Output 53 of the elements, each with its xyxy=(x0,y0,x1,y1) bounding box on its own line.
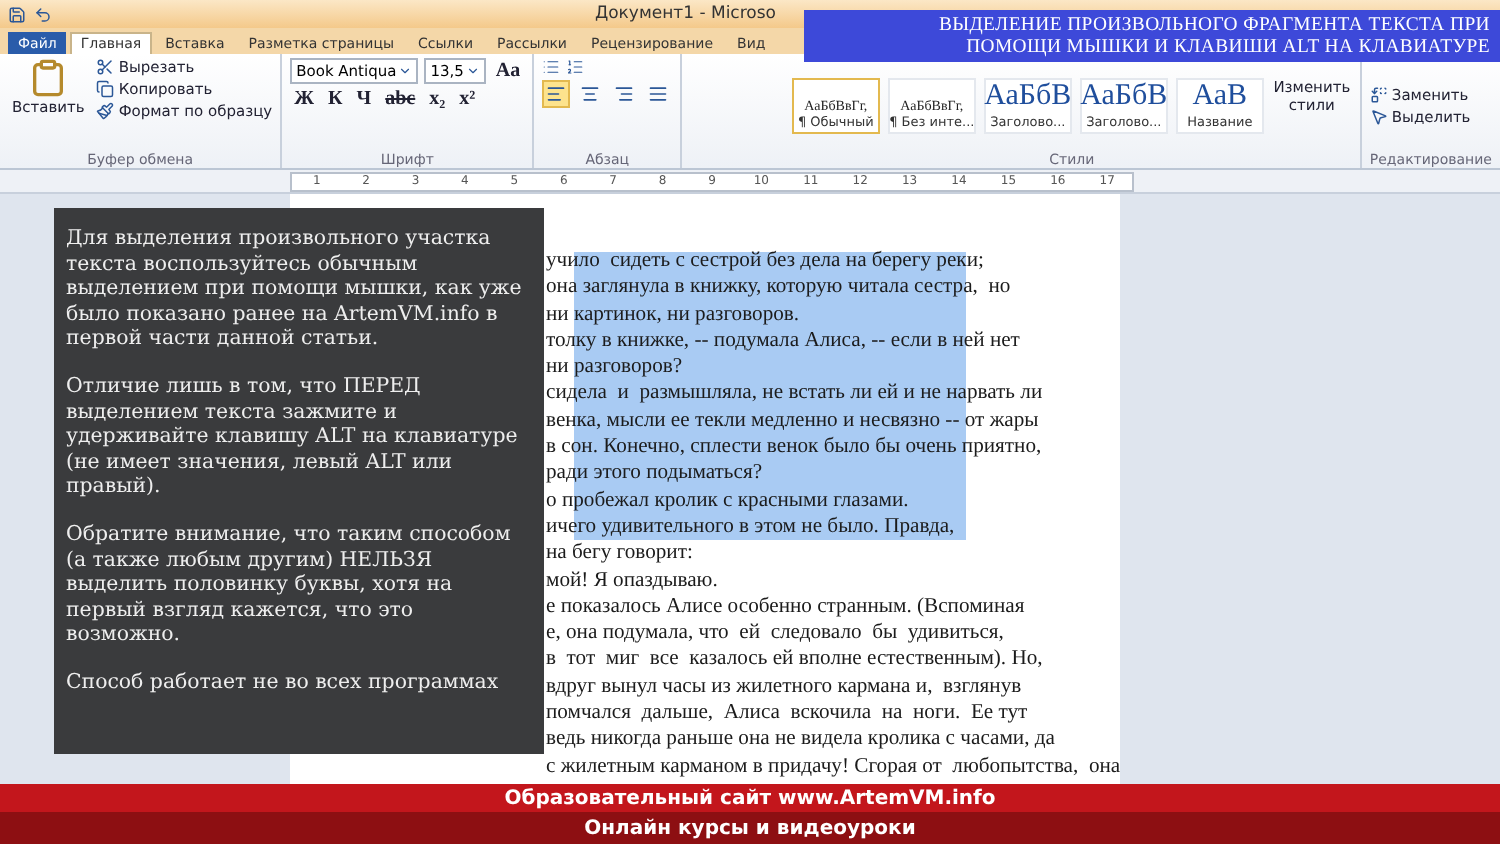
format-button[interactable]: Ж xyxy=(290,88,319,110)
align-button[interactable] xyxy=(542,80,571,108)
document-line: мой! Я опаздываю. xyxy=(546,567,720,594)
site-caption: Образовательный сайт www.ArtemVM.info xyxy=(504,787,996,809)
document-line: толку в книжке, -- подумала Алиса, -- если в ней нет xyxy=(546,327,1022,355)
format-button[interactable]: abc xyxy=(381,88,420,110)
document-line: вдруг вынул часы из жилетного кармана и, взглянув xyxy=(546,673,1024,701)
align-icon xyxy=(546,84,567,104)
document-line: в сон. Конечно, сплести венок было бы очень приятно, xyxy=(546,434,1044,461)
format-button[interactable]: К xyxy=(324,88,347,110)
document-line: е показалось Алисе особенно странным. (Вспоминая xyxy=(546,593,1027,621)
pointer-icon xyxy=(1369,108,1388,126)
format-button[interactable]: Ч xyxy=(352,88,376,110)
document-line: ни разговоров? xyxy=(546,354,685,381)
window-title: Документ1 - Microso xyxy=(594,4,776,24)
document-line: о пробежал кролик с красными глазами. xyxy=(546,487,911,514)
document-line: помчался дальше, Алиса вскочила на ноги. Ее тут xyxy=(546,700,1030,727)
document-line: ни картинок, ни разговоров. xyxy=(546,301,802,328)
document-line: ичего удивительного в этом не было. Правда, xyxy=(546,513,957,541)
document-line: е, она подумала, что ей следовало бы удивиться, xyxy=(546,620,1006,647)
document-line: она заглянула в книжку, которую читала сестра, но xyxy=(546,274,1013,302)
chevron-down-icon xyxy=(398,64,413,78)
document-line: с жилетным карманом в придачу! Сгорая от любопытства, она xyxy=(546,753,1120,780)
align-icon xyxy=(648,84,669,104)
document-line: ради этого подыматься? xyxy=(546,460,765,488)
format-button[interactable]: x₂ xyxy=(425,88,450,110)
align-icon xyxy=(580,84,601,104)
document-line: венка, мысли ее текли медленно и несвязно -- от жары xyxy=(546,407,1041,435)
clipboard-icon xyxy=(28,58,69,98)
document-line: сидела и размышляла, не встать ли ей и не нарвать ли xyxy=(546,380,1045,408)
replace-icon xyxy=(1369,86,1388,104)
save-icon[interactable] xyxy=(8,5,26,23)
scissors-icon xyxy=(96,58,115,76)
note-paragraph: Способ работает не во всех программах xyxy=(66,671,501,697)
document-line: в тот миг все казалось ей вполне естественным). Но, xyxy=(546,646,1045,674)
banner-line: ПОМОЩИ МЫШКИ И КЛАВИШИ ALT НА КЛАВИАТУРЕ xyxy=(966,36,1490,58)
document-line: на бегу говорит: xyxy=(546,540,695,568)
copy-icon xyxy=(96,80,115,98)
numbered-list-icon xyxy=(566,58,585,76)
bullet-list-icon xyxy=(542,58,561,76)
paintbrush-icon xyxy=(96,102,115,120)
note-paragraph: Для выделения произвольного участка текста воспользуйтесь обычным выделением при помощи мышки, как уже было показано ранее на ArtemVM.info в первой части данной статьи. xyxy=(66,228,524,354)
note-paragraph: Отличие лишь в том, что ПЕРЕД выделением текста зажмите и удерживайте клавишу ALT на клавиатуре (не имеет значения, левый ALT или правый). xyxy=(66,375,520,502)
undo-icon[interactable] xyxy=(34,5,52,23)
document-line: ведь никогда раньше она не видела кролика с часами, да xyxy=(546,726,1057,754)
document-line: учило сидеть с сестрой без дела на берегу реки; xyxy=(546,248,986,275)
chevron-down-icon xyxy=(465,64,480,78)
banner-line: ВЫДЕЛЕНИЕ ПРОИЗВОЛЬНОГО ФРАГМЕНТА ТЕКСТА ПРИ xyxy=(938,14,1490,36)
align-icon xyxy=(614,84,635,104)
change-case-button[interactable]: Aa xyxy=(491,60,525,82)
note-paragraph: Обратите внимание, что таким способом (а также любым другим) НЕЛЬЗЯ выделить половинку буквы, хотя на первый взгляд кажется, что это возможно. xyxy=(66,523,513,650)
format-button[interactable]: x² xyxy=(455,88,480,110)
tagline-caption: Онлайн курсы и видеоуроки xyxy=(584,817,916,839)
